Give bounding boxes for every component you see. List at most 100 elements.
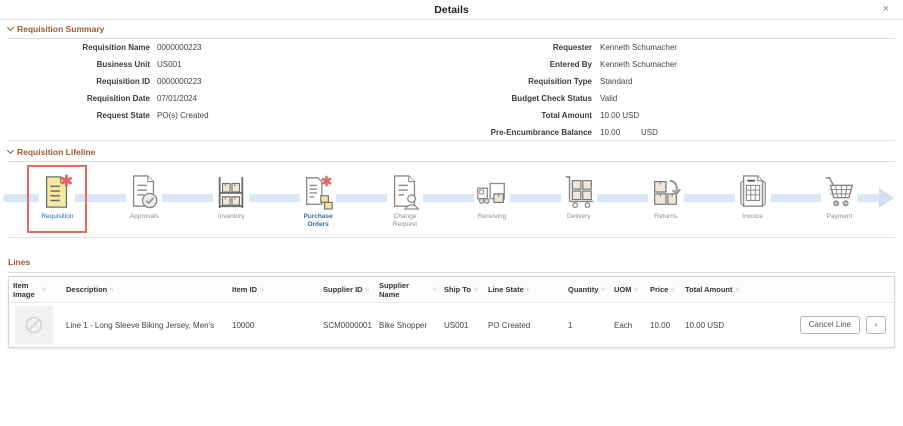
column-header-line-state[interactable]: Line State ↑↓ bbox=[484, 285, 564, 294]
inventory-shelf-icon bbox=[213, 172, 250, 212]
receiving-truck-icon bbox=[473, 172, 510, 212]
column-header-quantity[interactable]: Quantity ↑↓ bbox=[564, 285, 610, 294]
sort-icon[interactable]: ↑↓ bbox=[670, 287, 675, 293]
stage-label: Receiving bbox=[477, 213, 507, 220]
cell-supplier-name: Bike Shopper bbox=[379, 320, 428, 330]
cancel-line-button[interactable]: Cancel Line bbox=[799, 316, 860, 334]
stage-label: Requisition bbox=[41, 213, 74, 220]
field-value: 0000000223 bbox=[157, 43, 202, 52]
stage-label: Approvals bbox=[129, 213, 159, 220]
payment-cart-icon bbox=[821, 172, 858, 212]
field-label: Budget Check Status bbox=[511, 94, 592, 103]
field-label: Business Unit bbox=[96, 60, 150, 69]
lines-table: Item Image ↑↓ Description ↑↓ Item ID ↑↓ Su… bbox=[8, 276, 895, 348]
lines-table-header: Item Image ↑↓ Description ↑↓ Item ID ↑↓ Su… bbox=[9, 277, 894, 303]
cell-total-amount: 10.00 USD bbox=[685, 320, 725, 330]
change-request-icon bbox=[387, 172, 423, 212]
sort-icon[interactable]: ↑↓ bbox=[432, 287, 437, 293]
stage-label: Invoice bbox=[742, 213, 763, 220]
close-icon[interactable]: × bbox=[883, 3, 889, 15]
section-divider bbox=[8, 237, 895, 238]
item-image-thumbnail bbox=[15, 306, 53, 344]
lifeline-stage-requisition[interactable]: Requisition bbox=[14, 165, 101, 233]
no-image-placeholder-icon bbox=[25, 316, 43, 334]
sort-icon[interactable]: ↑↓ bbox=[735, 287, 740, 293]
section-divider bbox=[8, 140, 895, 141]
column-header-item-image[interactable]: Item Image ↑↓ bbox=[9, 281, 62, 299]
chevron-down-icon bbox=[6, 23, 15, 32]
section-title: Requisition Summary bbox=[17, 24, 105, 34]
column-header-supplier-name[interactable]: Supplier Name ↑↓ bbox=[375, 281, 440, 299]
column-header-price[interactable]: Price ↑↓ bbox=[646, 285, 681, 294]
sort-icon[interactable]: ↑↓ bbox=[109, 287, 114, 293]
lifeline-stage-approvals[interactable]: Approvals bbox=[101, 167, 188, 230]
column-header-item-id[interactable]: Item ID ↑↓ bbox=[228, 285, 319, 294]
cell-item-id: 10000 bbox=[232, 320, 255, 330]
column-header-ship-to[interactable]: Ship To ↑↓ bbox=[440, 285, 484, 294]
lines-section-header: Lines bbox=[8, 257, 895, 273]
cell-supplier-id: SCM0000001 bbox=[323, 320, 372, 330]
lifeline-stages: Requisition Approvals Inventory Purchase… bbox=[14, 165, 883, 233]
lifeline-stage-invoice[interactable]: Invoice bbox=[709, 167, 796, 230]
column-header-total-amount[interactable]: Total Amount ↑↓ bbox=[681, 285, 761, 294]
sort-icon[interactable]: ↑↓ bbox=[600, 287, 605, 293]
chevron-down-icon bbox=[6, 146, 15, 155]
sort-icon[interactable]: ↑↓ bbox=[526, 287, 531, 293]
lifeline-stage-purchase-orders[interactable]: Purchase Orders bbox=[275, 167, 362, 230]
page-title: Details bbox=[434, 4, 469, 16]
field-value: Kenneth Schumacher bbox=[600, 60, 677, 69]
lifeline-stage-delivery[interactable]: Delivery bbox=[535, 167, 622, 230]
purchase-orders-icon bbox=[300, 172, 337, 212]
lifeline-stage-payment[interactable]: Payment bbox=[796, 167, 883, 230]
field-value: Kenneth Schumacher bbox=[600, 43, 677, 52]
field-value: Valid bbox=[600, 94, 618, 103]
field-label: Requisition Name bbox=[82, 43, 150, 52]
pre-encumbrance-balance-link[interactable]: 10.00 bbox=[600, 125, 620, 141]
cell-uom: Each bbox=[614, 320, 633, 330]
lifeline-stage-inventory[interactable]: Inventory bbox=[188, 167, 275, 230]
stage-label: Change Request bbox=[392, 213, 418, 229]
cell-line-state: PO Created bbox=[488, 320, 531, 330]
sort-icon[interactable]: ↑↓ bbox=[473, 287, 478, 293]
sort-icon[interactable]: ↑↓ bbox=[634, 287, 639, 293]
stage-label: Purchase Orders bbox=[303, 213, 333, 229]
currency-suffix: USD bbox=[641, 128, 658, 137]
requisition-summary-header[interactable]: Requisition Summary bbox=[6, 23, 895, 39]
stage-label: Payment bbox=[826, 213, 853, 220]
cell-ship-to: US001 bbox=[444, 320, 469, 330]
field-value: 10.00 USD bbox=[600, 111, 640, 120]
lifeline-stage-returns[interactable]: Returns bbox=[622, 167, 709, 230]
sort-icon[interactable]: ↑↓ bbox=[41, 287, 46, 293]
field-label: Entered By bbox=[549, 60, 592, 69]
stage-label: Returns bbox=[654, 213, 678, 220]
field-label: Request State bbox=[96, 111, 150, 120]
table-row: Line 1 - Long Sleeve Biking Jersey, Men'… bbox=[9, 303, 894, 347]
sort-icon[interactable]: ↑↓ bbox=[259, 287, 264, 293]
section-title: Lines bbox=[8, 257, 31, 267]
column-header-uom[interactable]: UOM ↑↓ bbox=[610, 285, 646, 294]
field-label: Requisition Date bbox=[86, 94, 150, 103]
cell-quantity: 1 bbox=[568, 320, 573, 330]
field-value: US001 bbox=[157, 60, 182, 69]
field-label: Requester bbox=[552, 43, 592, 52]
requisition-document-icon bbox=[39, 172, 76, 212]
lifeline-stage-change-request[interactable]: Change Request bbox=[362, 167, 449, 230]
returns-boxes-icon bbox=[647, 172, 684, 212]
lifeline-stage-receiving[interactable]: Receiving bbox=[448, 167, 535, 230]
modal-header: Details × bbox=[0, 0, 903, 20]
row-detail-chevron-button[interactable]: › bbox=[866, 316, 886, 334]
column-header-description[interactable]: Description ↑↓ bbox=[62, 285, 228, 294]
delivery-cart-icon bbox=[560, 172, 597, 212]
field-value: 0000000223 bbox=[157, 77, 202, 86]
invoice-receipt-icon bbox=[734, 172, 771, 212]
requisition-lifeline-header[interactable]: Requisition Lifeline bbox=[6, 146, 895, 162]
field-value: 07/01/2024 bbox=[157, 94, 198, 103]
field-label: Total Amount bbox=[541, 111, 592, 120]
field-label: Pre-Encumbrance Balance bbox=[490, 128, 592, 137]
approvals-check-icon bbox=[126, 172, 163, 212]
field-value: PO(s) Created bbox=[157, 111, 209, 120]
sort-icon[interactable]: ↑↓ bbox=[365, 287, 370, 293]
cell-price: 10.00 bbox=[650, 320, 671, 330]
column-header-supplier-id[interactable]: Supplier ID ↑↓ bbox=[319, 285, 375, 294]
section-title: Requisition Lifeline bbox=[17, 147, 96, 157]
